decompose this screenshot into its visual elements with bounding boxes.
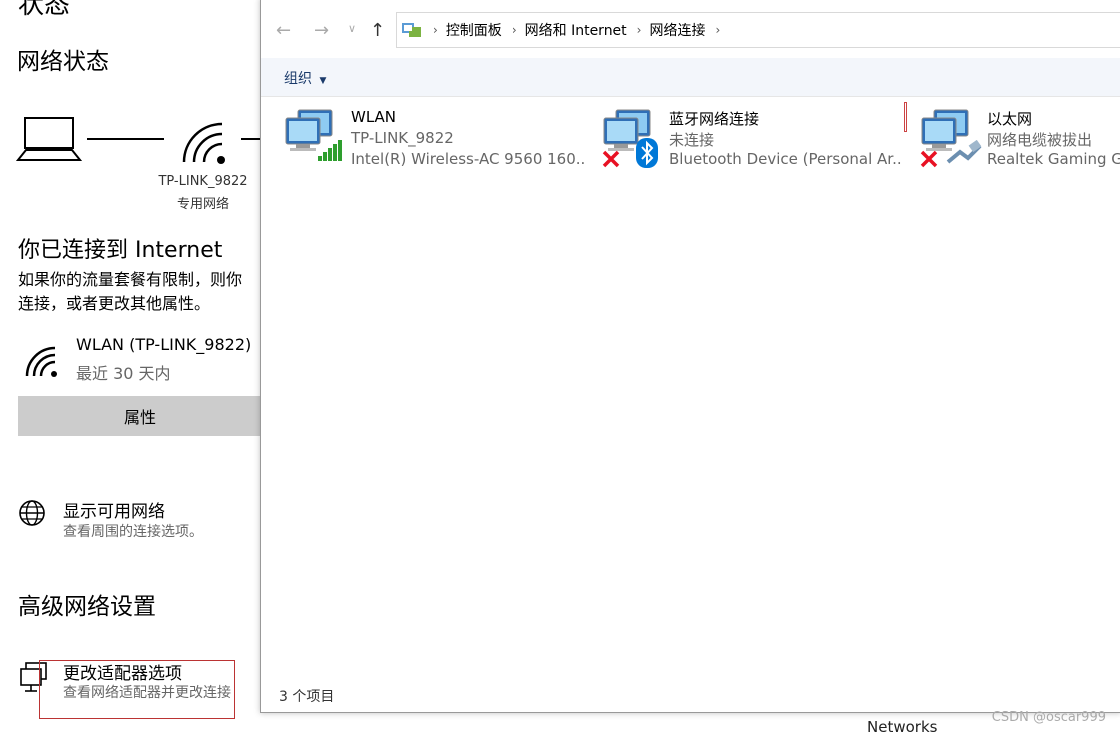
signal-bars-icon bbox=[318, 140, 342, 161]
breadcrumb-separator: › bbox=[636, 23, 642, 37]
bluetooth-icon bbox=[636, 138, 658, 168]
breadcrumb-control-panel[interactable]: 控制面板 bbox=[446, 20, 502, 40]
background-networks-text: Networks bbox=[867, 718, 938, 736]
up-arrow-icon[interactable]: ↑ bbox=[370, 20, 385, 41]
wifi-icon bbox=[182, 122, 225, 164]
connection-item-wlan[interactable]: WLAN TP-LINK_9822 Intel(R) Wireless-AC 9… bbox=[284, 108, 584, 172]
connection-name: 以太网 bbox=[987, 110, 1033, 128]
connection-device: Realtek Gaming Gb bbox=[987, 150, 1120, 168]
error-x-icon bbox=[920, 150, 938, 168]
recent-chevron-icon[interactable]: ∨ bbox=[348, 22, 356, 35]
network-status-heading: 网络状态 bbox=[17, 49, 109, 75]
selection-marker bbox=[904, 102, 907, 132]
connection-status: 网络电缆被拔出 bbox=[987, 131, 1093, 149]
show-networks-link[interactable]: 显示可用网络 bbox=[63, 497, 165, 522]
breadcrumb-separator: › bbox=[511, 23, 517, 37]
laptop-icon bbox=[16, 117, 82, 161]
organize-label: 组织 bbox=[284, 71, 312, 87]
connection-item-ethernet[interactable]: 以太网 网络电缆被拔出 Realtek Gaming Gb bbox=[920, 108, 1120, 172]
breadcrumb-separator: › bbox=[433, 23, 438, 37]
forward-arrow-icon[interactable]: → bbox=[314, 20, 329, 41]
connection-line-2 bbox=[241, 138, 261, 140]
connection-name: 蓝牙网络连接 bbox=[669, 110, 760, 128]
connection-line bbox=[87, 138, 164, 140]
network-type-label: 专用网络 bbox=[176, 197, 229, 212]
globe-icon bbox=[19, 500, 45, 526]
dropdown-arrow-icon: ▼ bbox=[319, 76, 327, 86]
description-line-2: 连接，或者更改其他属性。 bbox=[18, 294, 211, 313]
network-connections-window: ← → ∨ ↑ › 控制面板 › 网络和 Internet › 网络连接 › 组… bbox=[260, 0, 1120, 713]
cable-icon bbox=[946, 140, 982, 164]
properties-button[interactable]: 属性 bbox=[18, 396, 262, 436]
connection-item-bluetooth[interactable]: 蓝牙网络连接 未连接 Bluetooth Device (Personal Ar… bbox=[602, 108, 902, 172]
wlan-connection-label[interactable]: WLAN (TP-LINK_9822) bbox=[76, 335, 251, 354]
organize-menu[interactable]: 组织 ▼ bbox=[284, 68, 326, 88]
connection-status: 未连接 bbox=[669, 131, 715, 149]
connection-name: WLAN bbox=[351, 108, 397, 126]
back-arrow-icon[interactable]: ← bbox=[276, 20, 291, 41]
error-x-icon bbox=[602, 150, 620, 168]
breadcrumb-network-connections[interactable]: 网络连接 bbox=[649, 20, 705, 40]
connection-device: Intel(R) Wireless-AC 9560 160... bbox=[351, 150, 584, 168]
breadcrumb-dropdown-chevron[interactable]: › bbox=[715, 23, 720, 37]
wifi-small-icon bbox=[25, 346, 57, 377]
network-folder-icon bbox=[402, 23, 421, 37]
wlan-usage-label: 最近 30 天内 bbox=[76, 364, 171, 383]
settings-title: 状态 bbox=[18, 0, 71, 20]
description-line-1: 如果你的流量套餐有限制，则你 bbox=[18, 270, 243, 289]
connection-device: Bluetooth Device (Personal Ar... bbox=[669, 150, 902, 168]
connection-status: TP-LINK_9822 bbox=[351, 129, 454, 147]
address-bar[interactable]: › 控制面板 › 网络和 Internet › 网络连接 › bbox=[396, 12, 1120, 48]
command-bar: 组织 ▼ bbox=[261, 58, 1120, 97]
connected-heading: 你已连接到 Internet bbox=[18, 238, 223, 263]
network-name-label: TP-LINK_9822 bbox=[158, 174, 248, 189]
advanced-settings-heading: 高级网络设置 bbox=[18, 594, 156, 620]
status-bar-item-count: 3 个项目 bbox=[279, 689, 335, 705]
highlight-box bbox=[39, 660, 235, 719]
show-networks-description: 查看周围的连接选项。 bbox=[63, 524, 203, 540]
watermark: CSDN @oscar999 bbox=[991, 710, 1106, 725]
breadcrumb-network-internet[interactable]: 网络和 Internet bbox=[525, 20, 627, 40]
